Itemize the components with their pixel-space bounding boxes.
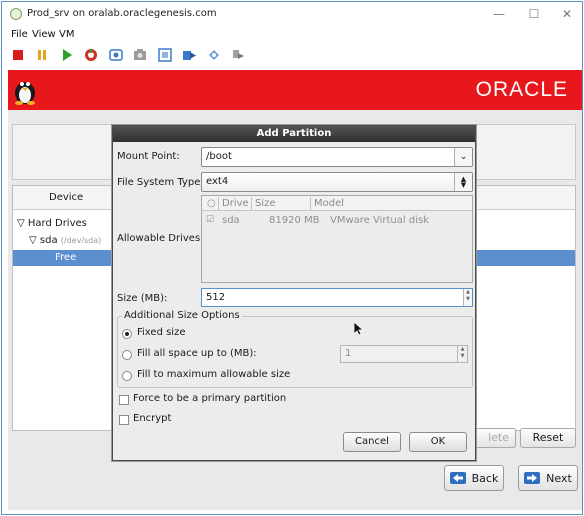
col-size[interactable]: Size xyxy=(255,198,276,209)
size-label: Size (MB): xyxy=(117,293,168,304)
dialog-title: Add Partition xyxy=(113,126,475,142)
mount-point-label: Mount Point: xyxy=(117,151,180,162)
allowable-drives-list: ○ Drive Size Model ☑ sda 81920 MB VMware… xyxy=(201,195,473,283)
title-bar: Prod_srv on oralab.oraclegenesis.com — ☐… xyxy=(2,2,582,26)
fill-upto-label[interactable]: Fill all space up to (MB): xyxy=(137,348,257,359)
vm-app-icon xyxy=(10,8,22,20)
updown-arrow-icon: ▲ ▼ xyxy=(454,173,472,191)
oracle-logo: ORACLE xyxy=(475,78,568,101)
menu-view[interactable]: View xyxy=(32,29,56,40)
tree-hard-drives[interactable]: ▽ Hard Drives xyxy=(17,218,87,229)
screenshot-icon[interactable] xyxy=(132,47,148,63)
add-partition-dialog: Add Partition Mount Point: /boot ⌄ File … xyxy=(112,125,476,461)
size-input[interactable]: 512 ▲ ▼ xyxy=(201,288,473,307)
stop-icon[interactable] xyxy=(10,47,26,63)
col-model[interactable]: Model xyxy=(314,198,344,209)
expand-arrow-icon: ▽ xyxy=(17,218,25,229)
cancel-button[interactable]: Cancel xyxy=(343,432,401,452)
tux-penguin-icon xyxy=(15,82,35,105)
fill-upto-input[interactable]: 1 ▲ ▼ xyxy=(340,345,468,363)
toolbar xyxy=(2,44,582,66)
installer-banner: ORACLE xyxy=(8,70,582,110)
fixed-size-label[interactable]: Fixed size xyxy=(137,327,185,338)
additional-size-options: Additional Size Options Fixed size Fill … xyxy=(117,310,473,388)
force-primary-label[interactable]: Force to be a primary partition xyxy=(133,393,286,404)
col-drive[interactable]: Drive xyxy=(222,198,249,209)
allowable-drives-label: Allowable Drives: xyxy=(117,233,204,244)
fullscreen-icon[interactable] xyxy=(157,47,173,63)
drive-row[interactable]: ☑ sda 81920 MB VMware Virtual disk xyxy=(202,213,472,229)
window-title: Prod_srv on oralab.oraclegenesis.com xyxy=(27,8,217,19)
radio-fill-upto[interactable] xyxy=(122,350,132,360)
back-button[interactable]: Back xyxy=(444,465,504,491)
tree-sda[interactable]: ▽ sda (/dev/sda) xyxy=(29,235,101,246)
mount-point-combo[interactable]: /boot ⌄ xyxy=(201,147,473,167)
ok-button[interactable]: OK xyxy=(409,432,467,452)
options-legend: Additional Size Options xyxy=(122,310,242,321)
menu-bar: File View VM xyxy=(2,26,582,44)
mouse-cursor-icon xyxy=(354,322,363,336)
maximize-button[interactable]: ☐ xyxy=(523,6,545,22)
chevron-down-icon[interactable]: ⌄ xyxy=(454,148,472,166)
menu-file[interactable]: File xyxy=(11,29,28,40)
fill-max-label[interactable]: Fill to maximum allowable size xyxy=(137,369,290,380)
force-primary-checkbox[interactable] xyxy=(119,395,129,405)
radio-fill-max[interactable] xyxy=(122,371,132,381)
radio-fixed-size[interactable] xyxy=(122,329,132,339)
fill-upto-spinner[interactable]: ▲ ▼ xyxy=(457,346,467,362)
refresh-icon[interactable] xyxy=(83,47,99,63)
snapshot-icon[interactable] xyxy=(108,47,124,63)
size-spinner[interactable]: ▲ ▼ xyxy=(463,289,472,306)
close-button[interactable]: ✕ xyxy=(556,6,578,22)
settings-icon[interactable] xyxy=(230,47,246,63)
encrypt-label[interactable]: Encrypt xyxy=(133,413,171,424)
encrypt-checkbox[interactable] xyxy=(119,415,129,425)
fs-type-select[interactable]: ext4 ▲ ▼ xyxy=(201,172,473,192)
expand-arrow-icon: ▽ xyxy=(29,235,37,246)
send-keys-icon[interactable] xyxy=(181,47,197,63)
menu-vm[interactable]: VM xyxy=(59,29,74,40)
back-arrow-icon xyxy=(449,472,466,484)
next-button[interactable]: Next xyxy=(518,465,578,491)
minimize-button[interactable]: — xyxy=(488,6,510,22)
next-arrow-icon xyxy=(524,472,541,484)
reset-button[interactable]: Reset xyxy=(520,428,576,448)
play-icon[interactable] xyxy=(59,47,75,63)
drives-header: ○ Drive Size Model xyxy=(202,196,472,211)
pause-icon[interactable] xyxy=(34,47,50,63)
usb-icon[interactable] xyxy=(206,47,222,63)
fs-type-label: File System Type: xyxy=(117,177,204,188)
drive-checkbox[interactable]: ☑ xyxy=(206,215,214,225)
